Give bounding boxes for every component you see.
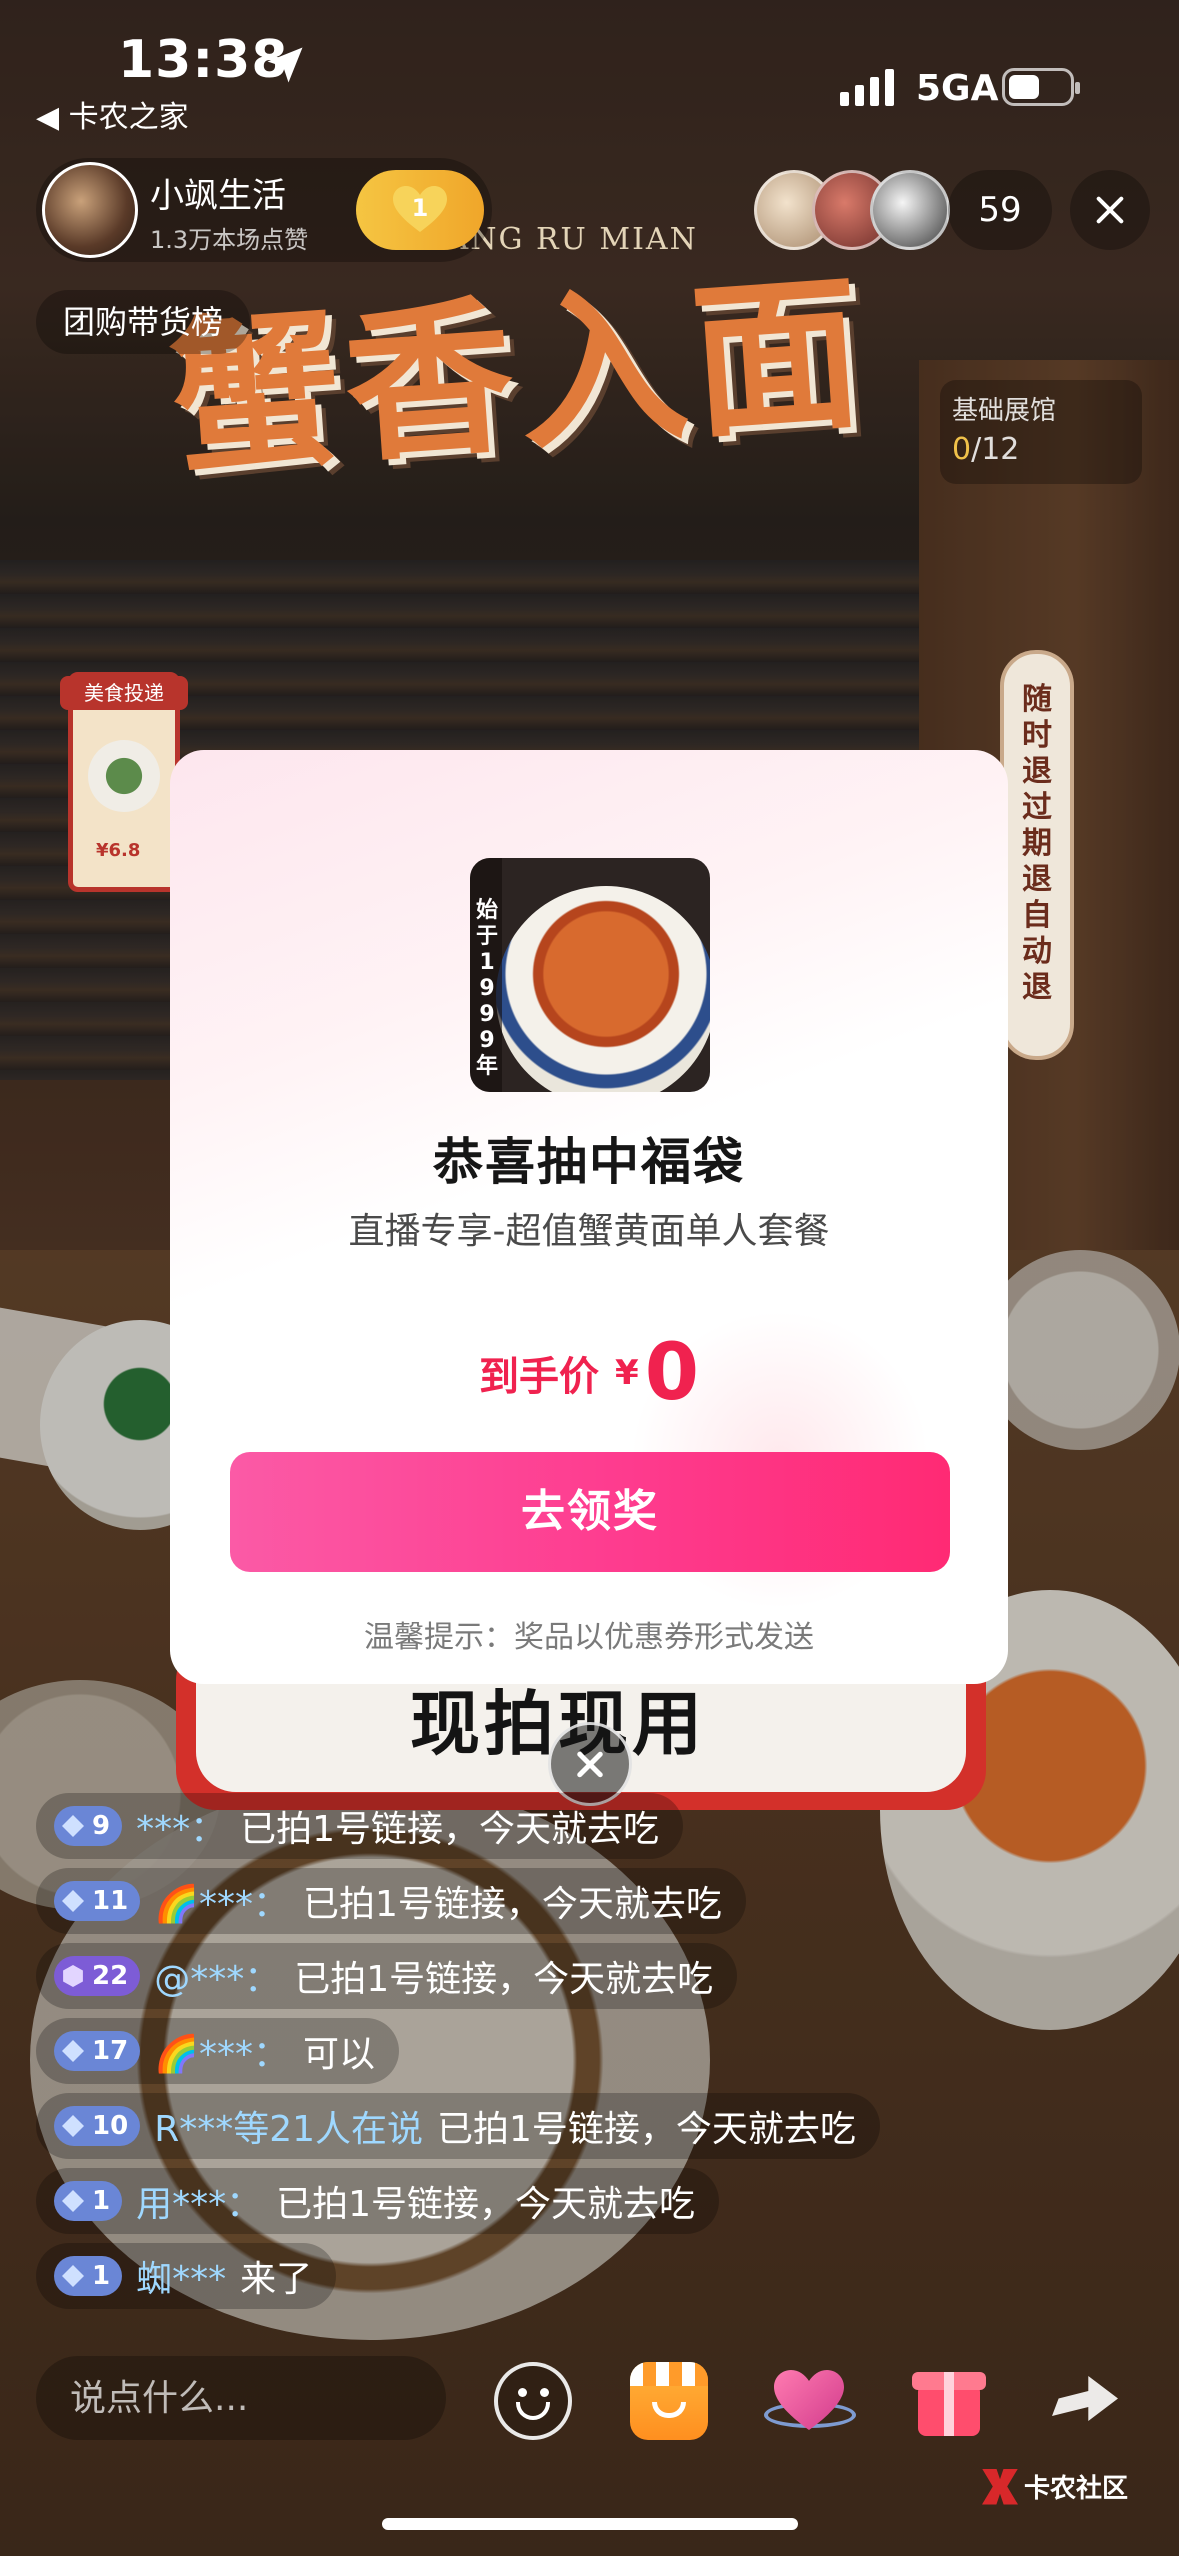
food-sticker-image [88, 740, 160, 812]
chat-username[interactable]: 蜘*** [136, 2250, 226, 2302]
heart-icon: 1 [393, 186, 447, 234]
watermark-text: 卡农社区 [1024, 2474, 1129, 2504]
chat-message[interactable]: 11 🌈***： 已拍1号链接，今天就去吃 [36, 1868, 746, 1934]
level-icon [62, 1890, 84, 1912]
price-label: 到手价 [479, 1354, 600, 1400]
comment-input[interactable] [70, 2356, 430, 2440]
status-time: 13:38 [118, 30, 289, 90]
chat-text: 已拍1号链接，今天就去吃 [294, 1959, 714, 2000]
network-type: 5GA [916, 68, 999, 109]
user-level-badge: 11 [54, 1881, 141, 1921]
user-level-badge: 1 [54, 2181, 123, 2221]
user-level-badge: 17 [54, 2031, 141, 2071]
gift-icon[interactable] [910, 2362, 988, 2440]
chat-username[interactable]: ***： [136, 1800, 226, 1852]
user-level: 11 [92, 1886, 129, 1916]
price-line: 到手价 ¥0 [170, 1328, 1008, 1418]
user-level: 1 [92, 2261, 111, 2291]
chat-list: 9 ***： 已拍1号链接，今天就去吃 11 🌈***： 已拍1号链接，今天就去吃 22 @*… [36, 1793, 880, 2318]
hall-progress-total: /12 [971, 432, 1020, 467]
shop-icon[interactable] [630, 2362, 708, 2440]
chat-message[interactable]: 22 @***： 已拍1号链接，今天就去吃 [36, 1943, 738, 2009]
level-icon [62, 2115, 84, 2137]
home-indicator[interactable] [382, 2518, 798, 2530]
watermark-logo-icon [982, 2468, 1018, 2505]
chat-message[interactable]: 1 蜘*** 来了 [36, 2243, 337, 2309]
exhibition-hall-label: 基础展馆 [952, 396, 1057, 426]
sales-rank-button[interactable]: 团购带货榜 [36, 290, 250, 354]
level-icon [63, 1965, 83, 1987]
refund-sign: 随时退 过期退 自动退 [1000, 650, 1074, 1060]
user-level: 10 [92, 2111, 129, 2141]
avatar[interactable] [42, 162, 138, 258]
user-level-badge: 1 [54, 2256, 123, 2296]
level-icon [62, 1815, 84, 1837]
chat-text: 来了 [240, 2259, 313, 2300]
share-icon[interactable] [1046, 2362, 1124, 2440]
prize-modal: 始于1999年 恭喜抽中福袋 直播专享-超值蟹黄面单人套餐 到手价 ¥0 去领奖 … [170, 750, 1008, 1684]
chat-username[interactable]: R***等21人在说 [154, 2100, 423, 2152]
chat-text: 已拍1号链接，今天就去吃 [303, 1884, 722, 1925]
user-level: 17 [92, 2036, 129, 2066]
chat-text: 已拍1号链接，今天就去吃 [276, 2184, 696, 2225]
product-bowl [496, 886, 710, 1092]
modal-title: 恭喜抽中福袋 [433, 1133, 745, 1191]
prize-tip: 温馨提示：奖品以优惠券形式发送 [364, 1620, 814, 1655]
chat-text: 可以 [303, 2034, 376, 2075]
user-level: 1 [92, 2186, 111, 2216]
comment-input-pill[interactable] [36, 2356, 446, 2440]
chat-message[interactable]: 1 用***： 已拍1号链接，今天就去吃 [36, 2168, 720, 2234]
follow-button[interactable]: 1 [356, 170, 484, 250]
viewer-count[interactable]: 59 [948, 170, 1052, 250]
chat-message[interactable]: 17 🌈***： 可以 [36, 2018, 400, 2084]
close-live-button[interactable] [1070, 170, 1150, 250]
user-level: 9 [92, 1811, 111, 1841]
chat-message[interactable]: 9 ***： 已拍1号链接，今天就去吃 [36, 1793, 684, 1859]
chat-text: 已拍1号链接，今天就去吃 [437, 2109, 856, 2150]
cellular-signal-icon [840, 66, 894, 106]
user-level-badge: 10 [54, 2106, 141, 2146]
user-level: 22 [92, 1961, 129, 1991]
user-level-badge: 9 [54, 1806, 123, 1846]
emoji-icon[interactable] [494, 2362, 572, 2440]
watermark: 卡农社区 [982, 2468, 1128, 2505]
chat-username[interactable]: 用***： [136, 2175, 262, 2227]
product-image-text: 始于1999年 [475, 898, 498, 1079]
host-name[interactable]: 小飒生活 [150, 168, 286, 217]
host-likes: 1.3万本场点赞 [150, 226, 309, 254]
level-icon [62, 2265, 84, 2287]
product-image: 始于1999年 [470, 858, 710, 1092]
chat-username[interactable]: 🌈***： [154, 2025, 289, 2077]
chat-text: 已拍1号链接，今天就去吃 [240, 1809, 660, 1850]
food-sticker-title: 美食投递 [60, 676, 188, 710]
chat-username[interactable]: 🌈***： [154, 1875, 289, 1927]
level-icon [62, 2190, 84, 2212]
viewer-avatar[interactable] [870, 170, 950, 250]
user-level-badge: 22 [54, 1956, 141, 1996]
chat-username[interactable]: @***： [154, 1950, 280, 2002]
battery-icon [1002, 68, 1080, 106]
refund-sign-text: 随时退 过期退 自动退 [1022, 682, 1052, 1005]
exhibition-hall-progress: 0/12 [952, 432, 1019, 467]
fan-level: 1 [411, 194, 429, 222]
food-sticker-price: ¥6.8 [96, 840, 141, 861]
location-arrow-icon [267, 47, 303, 83]
price-value: 0 [644, 1328, 699, 1418]
level-icon [62, 2040, 84, 2062]
chat-message[interactable]: 10 R***等21人在说 已拍1号链接，今天就去吃 [36, 2093, 880, 2159]
modal-subtitle: 直播专享-超值蟹黄面单人套餐 [348, 1211, 830, 1252]
hall-progress-current: 0 [952, 432, 972, 467]
like-heart-icon[interactable] [764, 2362, 856, 2440]
price-currency: ¥ [615, 1353, 639, 1393]
claim-prize-button[interactable]: 去领奖 [230, 1452, 950, 1572]
back-to-app-link[interactable]: ◀ 卡农之家 [36, 92, 189, 136]
